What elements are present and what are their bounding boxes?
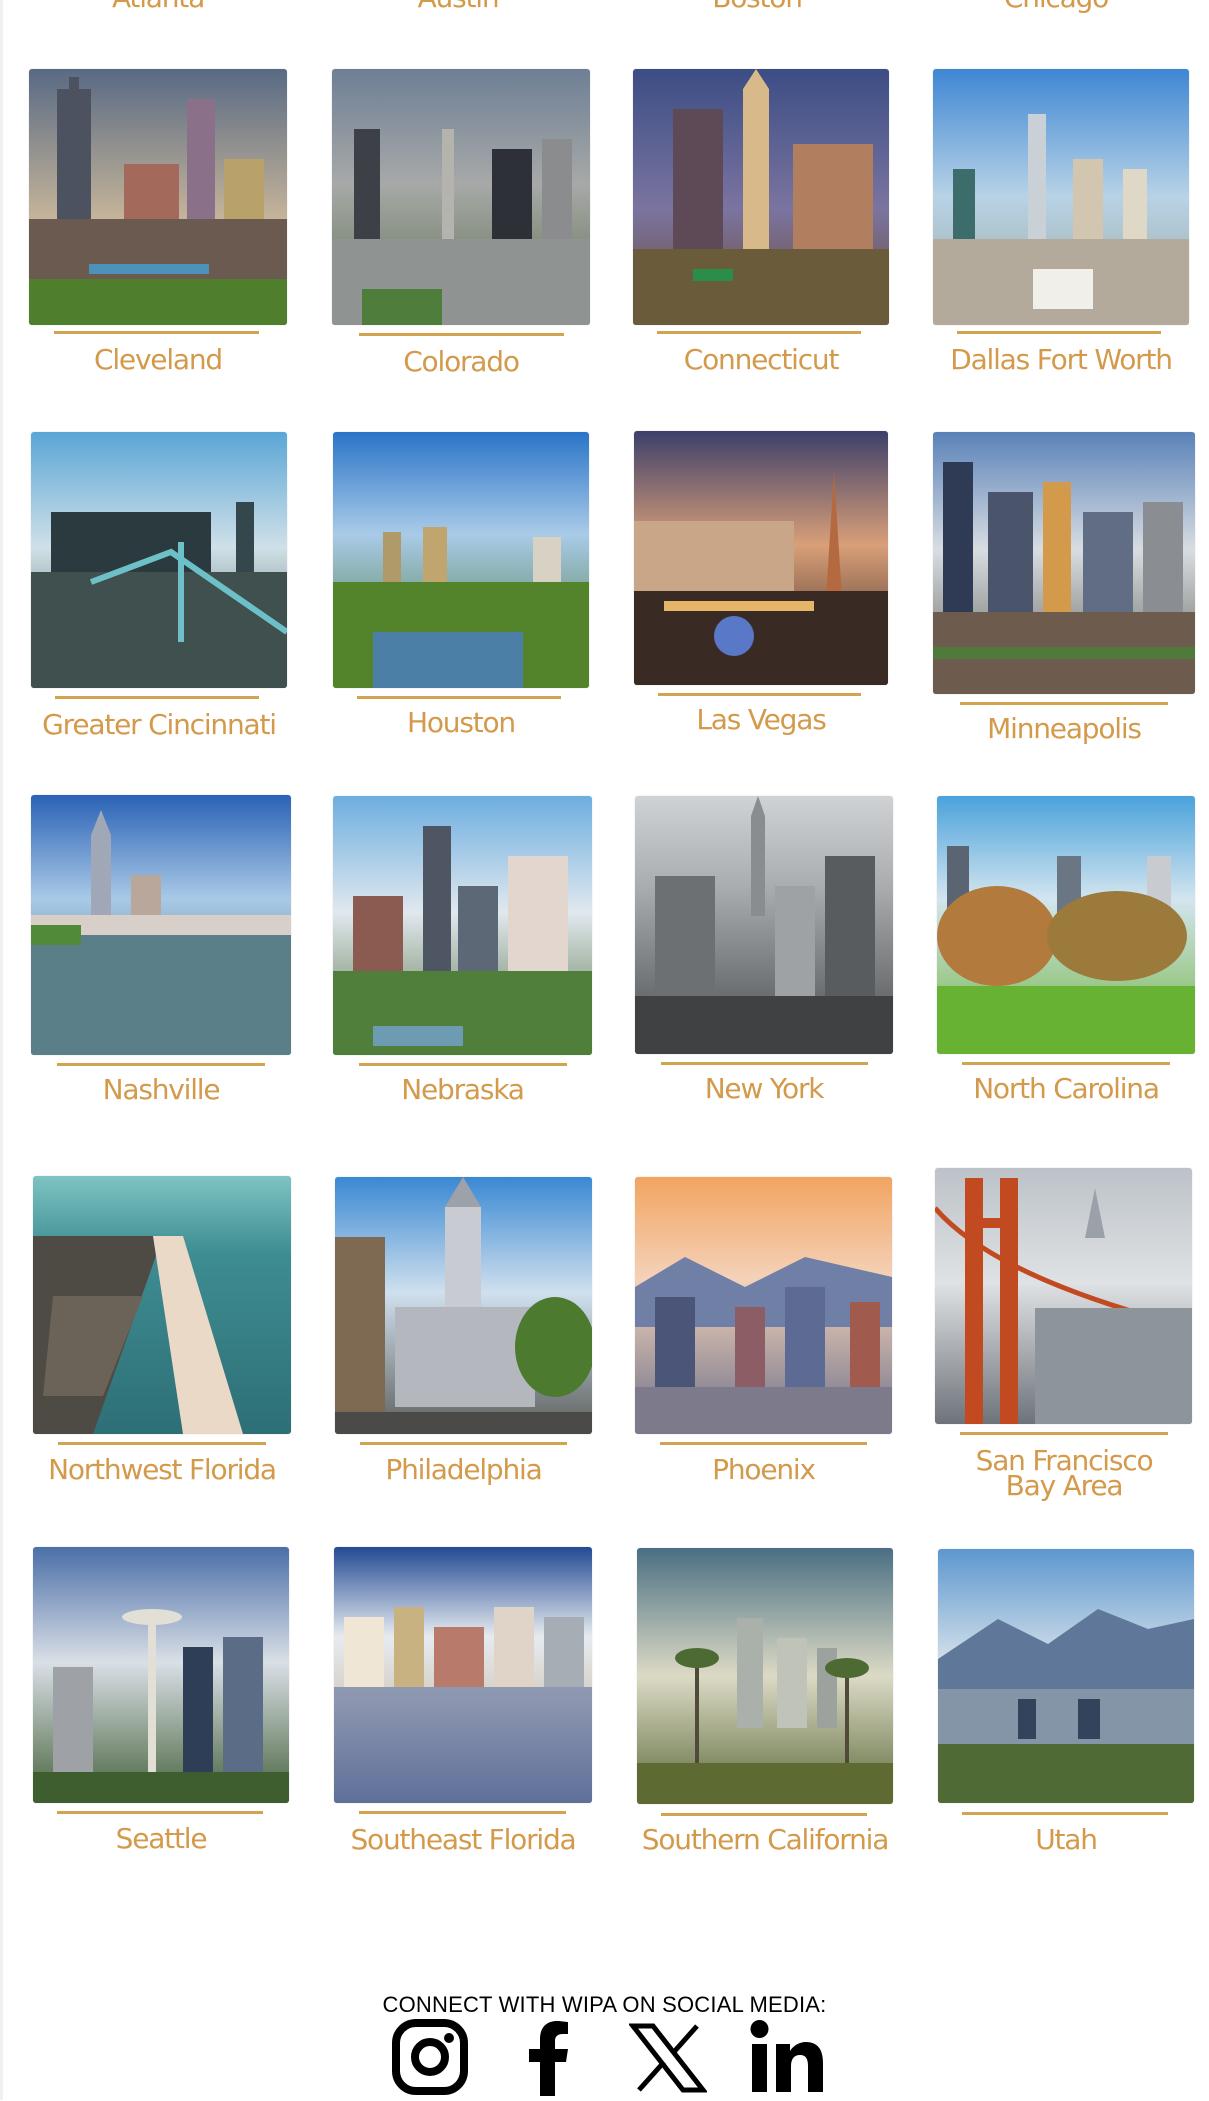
chapter-label: Minneapolis xyxy=(987,712,1142,745)
facebook-icon[interactable] xyxy=(511,2018,589,2096)
city-photo xyxy=(637,1548,893,1804)
city-photo xyxy=(933,432,1195,694)
city-photo xyxy=(635,796,893,1054)
city-photo xyxy=(334,1547,592,1803)
chapter-label: Northwest Florida xyxy=(48,1453,277,1486)
instagram-icon[interactable] xyxy=(391,2018,469,2096)
chapter-card-las-vegas[interactable]: Las Vegas xyxy=(634,431,888,741)
linkedin-icon[interactable] xyxy=(748,2018,826,2096)
label-underline xyxy=(658,693,861,696)
chapter-card-connecticut[interactable]: Connecticut xyxy=(633,69,889,379)
city-photo xyxy=(635,1177,892,1434)
chapter-card-southern-california[interactable]: Southern California xyxy=(637,1548,893,1863)
chapter-card-northwest-florida[interactable]: Northwest Florida xyxy=(33,1176,291,1494)
city-photo xyxy=(332,69,590,325)
chapter-label: Utah xyxy=(1035,1823,1098,1856)
city-photo xyxy=(335,1177,592,1434)
chapter-label: North Carolina xyxy=(973,1072,1160,1105)
city-photo xyxy=(937,796,1195,1054)
chapter-link-boston[interactable]: Boston xyxy=(627,0,887,12)
chapter-link-chicago[interactable]: Chicago xyxy=(926,0,1186,12)
chapter-label: New York xyxy=(704,1072,825,1105)
city-photo xyxy=(31,432,287,688)
city-photo xyxy=(333,796,592,1055)
chapter-label: Nebraska xyxy=(401,1073,525,1106)
chapter-label-line-2: Bay Area xyxy=(1005,1469,1124,1502)
chapter-card-philadelphia[interactable]: Philadelphia xyxy=(335,1177,592,1495)
city-photo xyxy=(29,69,287,325)
x-icon[interactable] xyxy=(627,2018,709,2096)
label-underline xyxy=(58,1442,266,1445)
city-photo xyxy=(633,69,889,325)
chapter-label: Cleveland xyxy=(93,343,223,376)
chapter-card-san-francisco-bay-area[interactable]: San Francisco Bay Area xyxy=(935,1168,1193,1508)
label-underline xyxy=(962,1812,1168,1815)
label-underline xyxy=(962,1062,1170,1065)
chapter-label: Houston xyxy=(407,706,516,739)
chapter-label: Colorado xyxy=(403,345,520,378)
chapter-card-dallas-fort-worth[interactable]: Dallas Fort Worth xyxy=(933,69,1189,379)
city-photo xyxy=(333,432,589,688)
chapter-card-utah[interactable]: Utah xyxy=(938,1549,1194,1864)
label-underline xyxy=(661,1062,868,1065)
chapter-label: Philadelphia xyxy=(385,1453,542,1486)
chapter-card-phoenix[interactable]: Phoenix xyxy=(635,1177,892,1495)
label-underline xyxy=(359,333,564,336)
chapter-label: Greater Cincinnati xyxy=(42,708,277,741)
chapter-card-north-carolina[interactable]: North Carolina xyxy=(937,796,1195,1111)
chapter-card-southeast-florida[interactable]: Southeast Florida xyxy=(334,1547,592,1862)
label-underline xyxy=(54,331,259,334)
city-photo xyxy=(33,1547,289,1803)
chapter-label: Connecticut xyxy=(683,343,840,376)
city-photo xyxy=(933,69,1189,325)
city-photo xyxy=(31,795,291,1055)
chapter-card-nashville[interactable]: Nashville xyxy=(31,795,291,1110)
label-underline xyxy=(660,1442,867,1445)
page-left-edge xyxy=(0,0,3,2100)
city-photo xyxy=(938,1549,1194,1803)
label-underline xyxy=(657,331,861,334)
label-underline xyxy=(359,1063,567,1066)
label-underline xyxy=(55,696,259,699)
chapter-label: Dallas Fort Worth xyxy=(950,343,1173,376)
chapter-card-seattle[interactable]: Seattle xyxy=(33,1547,289,1862)
chapter-card-cleveland[interactable]: Cleveland xyxy=(29,69,287,379)
chapter-label: Seattle xyxy=(115,1822,208,1855)
city-photo xyxy=(935,1168,1192,1424)
city-photo xyxy=(33,1176,291,1434)
chapter-label: Nashville xyxy=(102,1073,221,1106)
label-underline xyxy=(57,1811,263,1814)
chapter-label: Southeast Florida xyxy=(350,1823,576,1856)
label-underline xyxy=(359,1811,566,1814)
label-underline xyxy=(960,1432,1168,1435)
chapter-label: San Francisco Bay Area xyxy=(935,1447,1193,1502)
social-media-heading: CONNECT WITH WIPA ON SOCIAL MEDIA: xyxy=(382,1992,827,2017)
social-icons-row xyxy=(0,2018,1209,2100)
chapter-link-austin[interactable]: Austin xyxy=(328,0,588,12)
label-underline xyxy=(661,1813,867,1816)
label-underline xyxy=(360,1442,567,1445)
label-underline xyxy=(357,696,561,699)
chapter-label: Phoenix xyxy=(712,1453,816,1486)
label-underline xyxy=(57,1063,265,1066)
chapter-card-houston[interactable]: Houston xyxy=(333,432,589,742)
chapter-label: Las Vegas xyxy=(696,703,826,736)
label-underline xyxy=(960,702,1168,705)
label-underline xyxy=(957,331,1161,334)
chapter-card-new-york[interactable]: New York xyxy=(635,796,893,1111)
chapter-link-atlanta[interactable]: Atlanta xyxy=(28,0,288,12)
chapter-card-nebraska[interactable]: Nebraska xyxy=(333,796,592,1111)
chapter-card-colorado[interactable]: Colorado xyxy=(332,69,590,379)
chapter-label: Southern California xyxy=(641,1823,890,1856)
chapter-card-greater-cincinnati[interactable]: Greater Cincinnati xyxy=(31,432,287,742)
city-photo xyxy=(634,431,888,685)
chapter-card-minneapolis[interactable]: Minneapolis xyxy=(933,432,1195,750)
